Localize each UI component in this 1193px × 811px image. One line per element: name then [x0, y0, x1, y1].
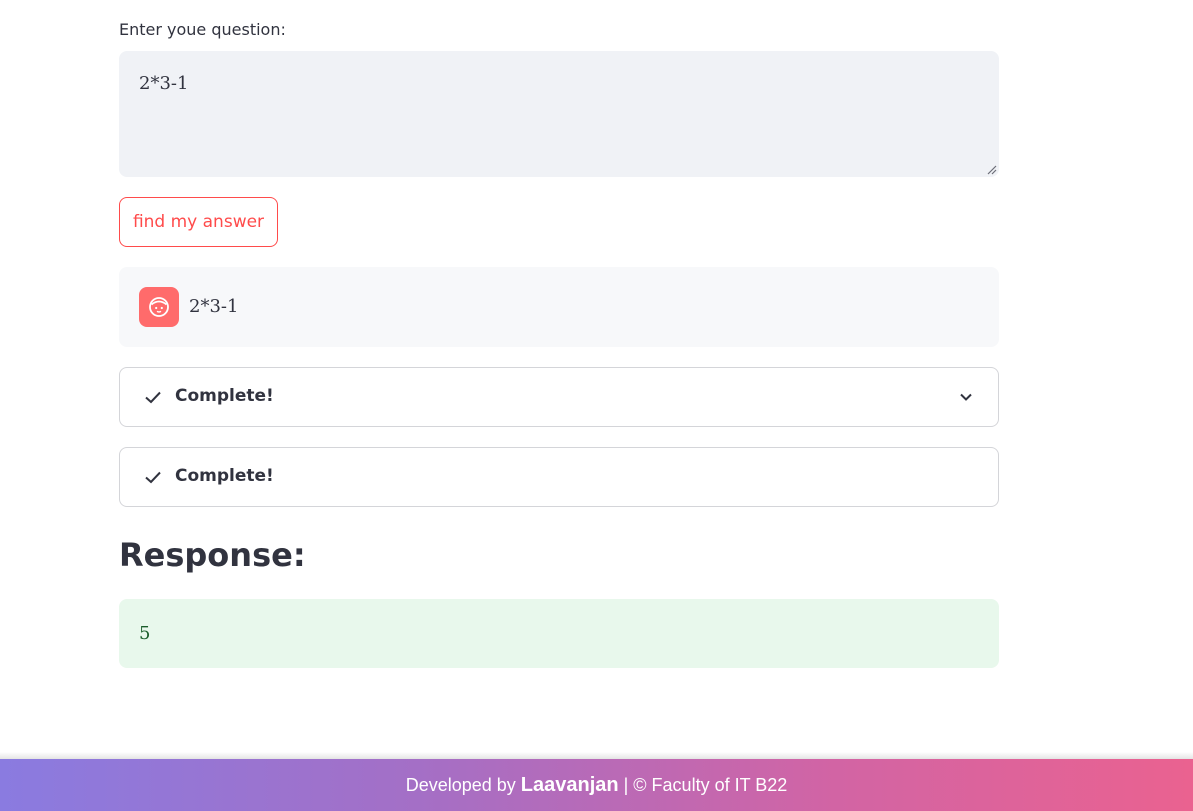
user-message-text: 2*3-1	[189, 296, 239, 317]
question-textarea[interactable]: 2*3-1	[119, 51, 999, 177]
user-chat-message: 2*3-1	[119, 267, 999, 347]
status-label: Complete!	[175, 466, 274, 486]
response-box: 5	[119, 599, 999, 668]
user-face-icon	[149, 297, 169, 317]
response-value: 5	[139, 623, 151, 644]
footer-author: Laavanjan	[520, 773, 619, 796]
response-heading: Response:	[119, 536, 306, 574]
footer: Developed by Laavanjan | © Faculty of IT…	[0, 759, 1193, 811]
check-icon	[145, 471, 161, 484]
check-icon	[145, 391, 161, 404]
user-avatar	[139, 287, 179, 327]
status-expander[interactable]: Complete!	[119, 367, 999, 427]
resize-handle-icon[interactable]	[985, 163, 997, 175]
status-label: Complete!	[175, 386, 274, 406]
footer-prefix: Developed by	[405, 774, 516, 795]
chevron-down-icon[interactable]	[958, 389, 974, 405]
find-answer-button[interactable]: find my answer	[119, 197, 278, 247]
footer-suffix: | © Faculty of IT B22	[623, 774, 788, 795]
status-box: Complete!	[119, 447, 999, 507]
question-label: Enter youe question:	[119, 20, 286, 39]
